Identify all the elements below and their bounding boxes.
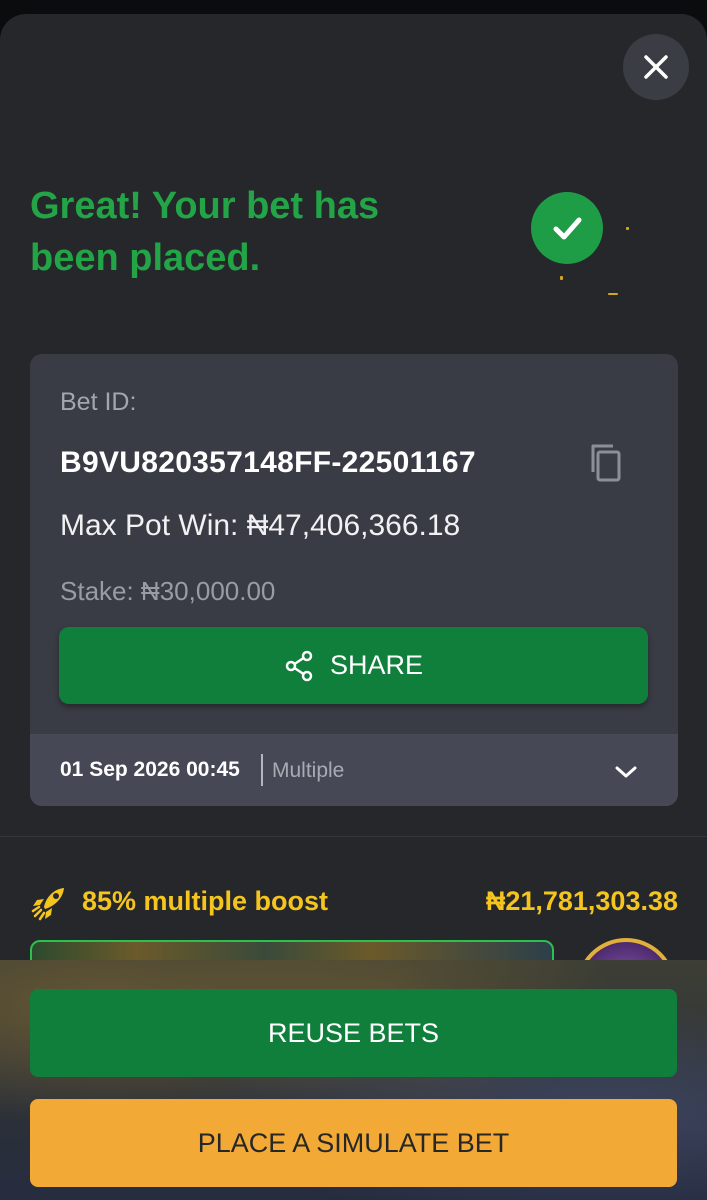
footer-divider [261,754,263,786]
bet-details-card: Bet ID: B9VU820357148FF-22501167 Max Pot… [30,354,678,806]
share-label: SHARE [329,650,424,680]
bet-id-label: Bet ID: [60,388,137,416]
success-headline: Great! Your bet has been placed. [30,185,380,279]
checkmark-circle-icon [531,192,603,264]
bet-date: 01 Sep 2026 00:45 [60,758,240,781]
reuse-bets-button[interactable]: REUSE BETS [30,989,677,1077]
simulate-bet-button[interactable]: PLACE A SIMULATE BET [30,1099,677,1187]
multiple-boost-row: 85% multiple boost ₦21,781,303.38 [30,882,678,922]
confetti-spark [560,276,563,280]
confetti-spark [626,227,629,230]
boost-label: 85% multiple boost [82,886,329,916]
share-icon [285,650,313,681]
bet-type: Multiple [272,759,345,782]
confetti-spark [608,293,618,295]
bet-id-value: B9VU820357148FF-22501167 [60,446,476,479]
close-icon [644,55,668,79]
bet-placed-sheet: Great! Your bet has been placed. Bet ID:… [0,14,707,1200]
copy-bet-id-button[interactable] [582,440,628,486]
expand-details-button[interactable] [610,756,642,788]
bet-summary-footer[interactable]: 01 Sep 2026 00:45 Multiple [30,734,678,806]
stake-amount: Stake: ₦30,000.00 [60,576,276,606]
close-button[interactable] [623,34,689,100]
chevron-down-icon [615,766,637,778]
copy-icon [591,444,621,482]
rocket-icon [31,888,64,921]
max-pot-win: Max Pot Win: ₦47,406,366.18 [60,509,461,542]
boost-amount: ₦21,781,303.38 [485,886,678,916]
share-button[interactable]: SHARE [59,627,648,704]
section-divider [0,836,707,837]
